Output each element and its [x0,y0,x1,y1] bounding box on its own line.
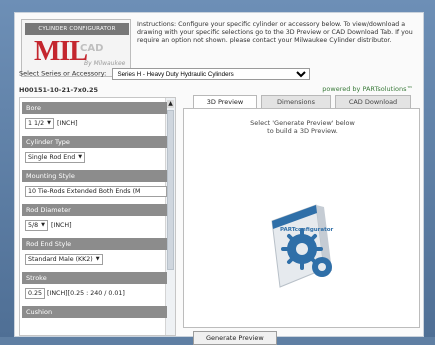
mounting-style-value: 10 Tie-Rods Extended Both Ends (M [28,187,141,195]
chevron-down-icon: ▼ [78,154,83,160]
part-number: H00151-10-21-7x0.25 [19,86,98,94]
logo-cad: CAD [80,43,104,54]
rod-diameter-select[interactable]: 5/8 ▼ [25,219,48,231]
scroll-thumb[interactable] [167,110,174,270]
config-options-panel: ▲ Bore 1 1/2 ▼ [INCH] Cylinder Type Singl… [19,97,176,336]
configurator-panel: CYLINDER CONFIGURATOR MIL CAD By Milwauk… [14,12,424,345]
bore-value: 1 1/2 [28,119,45,127]
preview-panel: 3D Preview Dimensions CAD Download Selec… [183,95,420,345]
bore-unit: [INCH] [57,119,78,127]
rod-diameter-unit: [INCH] [51,221,72,229]
generate-preview-button[interactable]: Generate Preview [193,331,277,345]
cylinder-type-group: Cylinder Type Single Rod End ▼ [22,136,167,166]
logo-sub: By Milwaukee [84,60,126,67]
powered-by-link[interactable]: powered by PARTsolutions™ [322,85,413,93]
preview-viewport: Select 'Generate Preview' below to build… [183,108,420,328]
tab-3d-preview[interactable]: 3D Preview [193,95,257,108]
mounting-style-group: Mounting Style 10 Tie-Rods Extended Both… [22,170,167,200]
rod-diameter-header: Rod Diameter [22,204,167,216]
rod-end-style-group: Rod End Style Standard Male (KK2) ▼ [22,238,167,268]
stroke-header: Stroke [22,272,167,284]
stroke-range: [INCH][0.25 : 240 / 0.01] [47,289,125,297]
cylinder-type-header: Cylinder Type [22,136,167,148]
series-label: Select Series or Accessory: [19,69,107,78]
rod-end-style-header: Rod End Style [22,238,167,250]
bore-group: Bore 1 1/2 ▼ [INCH] [22,102,167,132]
rod-end-style-value: Standard Male (KK2) [28,255,93,263]
rod-diameter-group: Rod Diameter 5/8 ▼ [INCH] [22,204,167,234]
cushion-header: Cushion [22,306,167,318]
chevron-down-icon: ▼ [95,256,100,262]
scroll-up-arrow-icon[interactable]: ▲ [167,100,174,108]
tab-dimensions[interactable]: Dimensions [261,95,331,108]
stroke-group: Stroke 0.25 [INCH][0.25 : 240 / 0.01] [22,272,167,302]
box-label: PARTconfigurator [280,227,334,233]
stroke-input[interactable]: 0.25 [25,287,46,299]
cushion-group: Cushion [22,306,167,318]
mounting-style-header: Mounting Style [22,170,167,182]
chevron-down-icon: ▼ [47,120,52,126]
instructions-text: Instructions: Configure your specific cy… [137,21,413,44]
bore-header: Bore [22,102,167,114]
partconfigurator-box-icon [271,204,332,288]
cylinder-type-value: Single Rod End [28,153,76,161]
logo-banner: CYLINDER CONFIGURATOR [25,23,129,35]
series-row: Select Series or Accessory: Series H - H… [19,68,311,80]
rod-end-style-select[interactable]: Standard Male (KK2) ▼ [25,253,103,265]
series-select[interactable]: Series H - Heavy Duty Hydraulic Cylinder… [112,68,311,80]
cylinder-type-select[interactable]: Single Rod End ▼ [25,151,86,163]
bore-select[interactable]: 1 1/2 ▼ [25,117,55,129]
rod-diameter-value: 5/8 [28,221,39,229]
tab-cad-download[interactable]: CAD Download [335,95,411,108]
chevron-down-icon: ▼ [41,222,45,228]
mounting-style-select[interactable]: 10 Tie-Rods Extended Both Ends (M [25,185,167,197]
